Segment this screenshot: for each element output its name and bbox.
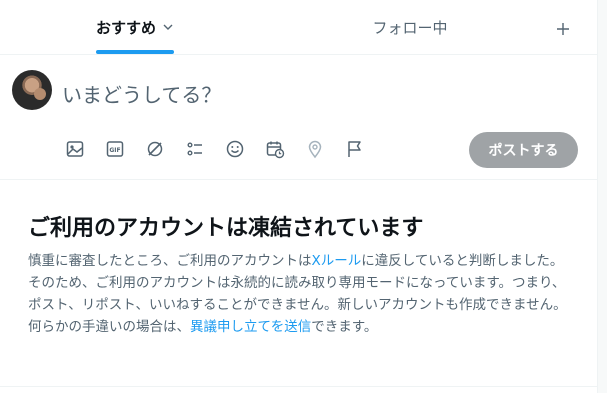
add-tab-button[interactable]	[548, 14, 578, 44]
schedule-icon[interactable]	[258, 132, 292, 166]
tab-for-you[interactable]: おすすめ	[40, 0, 230, 54]
plus-icon	[557, 23, 569, 35]
emoji-icon[interactable]	[218, 132, 252, 166]
location-icon[interactable]	[298, 132, 332, 166]
post-button[interactable]: ポストする	[469, 132, 578, 168]
active-tab-indicator	[96, 50, 174, 54]
tab-for-you-label: おすすめ	[95, 18, 156, 37]
notice-title: ご利用のアカウントは凍結されています	[28, 216, 424, 241]
notice-text-3: できます。	[311, 319, 378, 335]
post-composer: GIF ポストする	[0, 55, 597, 180]
composer-toolbar: GIF	[58, 133, 378, 165]
notice-body: 慎重に審査したところ、ご利用のアカウントはXルールに違反していると判断しました。…	[28, 250, 568, 338]
home-timeline: おすすめ フォロー中 GIF	[0, 0, 598, 393]
flag-icon[interactable]	[338, 132, 372, 166]
chevron-down-icon	[162, 21, 174, 33]
gif-icon[interactable]: GIF	[98, 132, 132, 166]
x-rules-link[interactable]: Xルール	[312, 253, 362, 269]
poll-icon[interactable]	[178, 132, 212, 166]
svg-text:GIF: GIF	[109, 147, 120, 154]
timeline-tabs: おすすめ フォロー中	[0, 0, 597, 55]
divider	[0, 386, 597, 387]
tab-following-label: フォロー中	[372, 18, 448, 37]
tab-following[interactable]: フォロー中	[330, 0, 490, 54]
grok-icon[interactable]	[138, 132, 172, 166]
avatar[interactable]	[12, 70, 52, 110]
suspension-notice: ご利用のアカウントは凍結されています 慎重に審査したところ、ご利用のアカウントは…	[0, 180, 597, 386]
notice-text-1: 慎重に審査したところ、ご利用のアカウントは	[28, 253, 312, 269]
compose-input[interactable]	[62, 81, 562, 109]
appeal-link[interactable]: 異議申し立てを送信	[190, 319, 311, 335]
media-icon[interactable]	[58, 132, 92, 166]
